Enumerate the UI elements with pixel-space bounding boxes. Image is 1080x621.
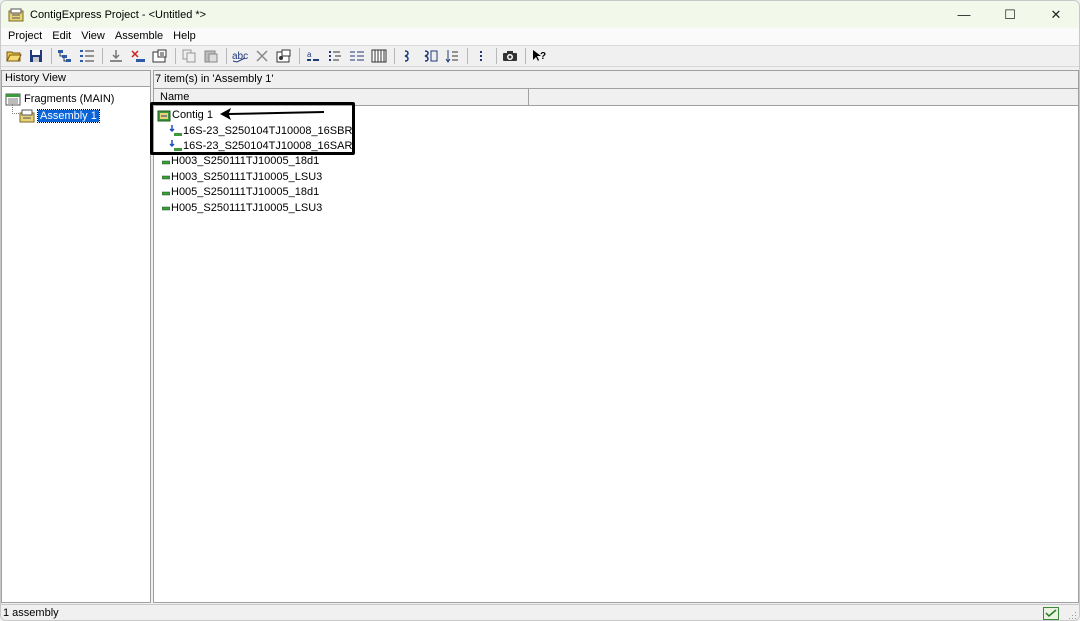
toolbar-separator <box>226 48 227 64</box>
svg-text:?: ? <box>540 51 546 62</box>
remove-fragment-icon[interactable] <box>128 47 148 65</box>
history-tree: Fragments (MAIN) Assembly 1 <box>2 87 150 124</box>
reverse-fragment-icon <box>168 140 182 152</box>
fragments-folder-icon <box>5 92 21 106</box>
assembly-icon <box>19 109 35 123</box>
toolbar-separator <box>299 48 300 64</box>
toolbar-separator <box>394 48 395 64</box>
list-item-label: Contig 1 <box>172 109 213 122</box>
menu-project[interactable]: Project <box>3 28 47 45</box>
app-icon <box>8 8 24 22</box>
list-item-fragment[interactable]: H003_S250111TJ10005_LSU3 <box>154 170 1078 185</box>
table-icon[interactable] <box>369 47 389 65</box>
maximize-button[interactable]: ☐ <box>987 1 1033 28</box>
minimize-button[interactable]: — <box>941 1 987 28</box>
menu-assemble[interactable]: Assemble <box>110 28 168 45</box>
list-item-label: H003_S250111TJ10005_LSU3 <box>171 170 323 183</box>
svg-text:a: a <box>307 50 312 59</box>
menu-bar: Project Edit View Assemble Help <box>1 28 1079 45</box>
properties-icon[interactable] <box>150 47 170 65</box>
column-header-blank[interactable] <box>529 89 1078 106</box>
paste-icon[interactable] <box>201 47 221 65</box>
fragment-icon <box>161 187 170 199</box>
list-detail-icon[interactable] <box>347 47 367 65</box>
toolbar-separator <box>51 48 52 64</box>
assemble-icon[interactable] <box>398 47 418 65</box>
toolbar: abc a ? <box>1 45 1079 67</box>
menu-edit[interactable]: Edit <box>47 28 76 45</box>
contig-icon <box>157 110 171 122</box>
fragment-icon <box>161 202 170 214</box>
tree-view-icon[interactable] <box>55 47 75 65</box>
column-header-name[interactable]: Name <box>154 89 529 106</box>
list-item-label: 16S-23_S250104TJ10008_16SBR <box>183 124 353 137</box>
status-text: 1 assembly <box>3 607 59 619</box>
menu-help[interactable]: Help <box>168 28 201 45</box>
list-item-fragment[interactable]: H005_S250111TJ10005_LSU3 <box>154 200 1078 215</box>
add-fragment-icon[interactable] <box>106 47 126 65</box>
history-view-pane: History View Fragments (MAIN) Assembly 1 <box>1 70 151 603</box>
status-bar: 1 assembly <box>1 604 1079 620</box>
sort-asc-icon[interactable]: a <box>303 47 323 65</box>
list-view-icon[interactable] <box>77 47 97 65</box>
fragment-icon <box>161 156 170 168</box>
tree-item-assembly-1[interactable]: Assembly 1 <box>2 107 150 124</box>
list-item-label: H003_S250111TJ10005_18d1 <box>171 155 320 168</box>
save-icon[interactable] <box>26 47 46 65</box>
list-item-contig[interactable]: Contig 1 <box>154 108 1078 123</box>
camera-icon[interactable] <box>500 47 520 65</box>
item-count-header: 7 item(s) in 'Assembly 1' <box>154 71 1078 89</box>
reverse-fragment-icon <box>168 125 182 137</box>
dots-icon[interactable] <box>471 47 491 65</box>
toolbar-separator <box>467 48 468 64</box>
app-window: ContigExpress Project - <Untitled *> — ☐… <box>0 0 1080 621</box>
history-view-header: History View <box>2 71 150 87</box>
close-button[interactable]: ✕ <box>1033 1 1079 28</box>
fragment-icon <box>161 171 170 183</box>
toolbar-separator <box>102 48 103 64</box>
menu-view[interactable]: View <box>76 28 110 45</box>
settings-icon[interactable] <box>274 47 294 65</box>
assembly-contents-pane: 7 item(s) in 'Assembly 1' Name Contig 1 … <box>153 70 1079 603</box>
list-item-member[interactable]: 16S-23_S250104TJ10008_16SBR <box>154 123 1078 138</box>
list-item-label: H005_S250111TJ10005_18d1 <box>171 186 320 199</box>
toolbar-separator <box>525 48 526 64</box>
window-title: ContigExpress Project - <Untitled *> <box>30 8 207 21</box>
resize-grip-icon[interactable] <box>1067 610 1077 620</box>
delete-icon[interactable] <box>252 47 272 65</box>
toolbar-separator <box>496 48 497 64</box>
align-icon[interactable] <box>442 47 462 65</box>
sort-desc-icon[interactable] <box>325 47 345 65</box>
title-bar: ContigExpress Project - <Untitled *> — ☐… <box>1 1 1079 28</box>
column-headers: Name <box>154 89 1078 106</box>
tree-item-fragments[interactable]: Fragments (MAIN) <box>2 90 150 107</box>
tree-item-label: Fragments (MAIN) <box>24 92 115 105</box>
status-check-icon <box>1043 607 1059 620</box>
tree-item-label: Assembly 1 <box>37 108 100 123</box>
copy-icon[interactable] <box>179 47 199 65</box>
list-item-label: 16S-23_S250104TJ10008_16SAR <box>183 139 353 152</box>
assemble-advanced-icon[interactable] <box>420 47 440 65</box>
list-item-fragment[interactable]: H003_S250111TJ10005_18d1 <box>154 154 1078 169</box>
help-pointer-icon[interactable]: ? <box>529 47 549 65</box>
spell-icon[interactable]: abc <box>230 47 250 65</box>
items-list: Contig 1 16S-23_S250104TJ10008_16SBR 16S… <box>154 108 1078 216</box>
list-item-member[interactable]: 16S-23_S250104TJ10008_16SAR <box>154 139 1078 154</box>
list-item-fragment[interactable]: H005_S250111TJ10005_18d1 <box>154 185 1078 200</box>
open-icon[interactable] <box>4 47 24 65</box>
list-item-label: H005_S250111TJ10005_LSU3 <box>171 201 323 214</box>
toolbar-separator <box>175 48 176 64</box>
